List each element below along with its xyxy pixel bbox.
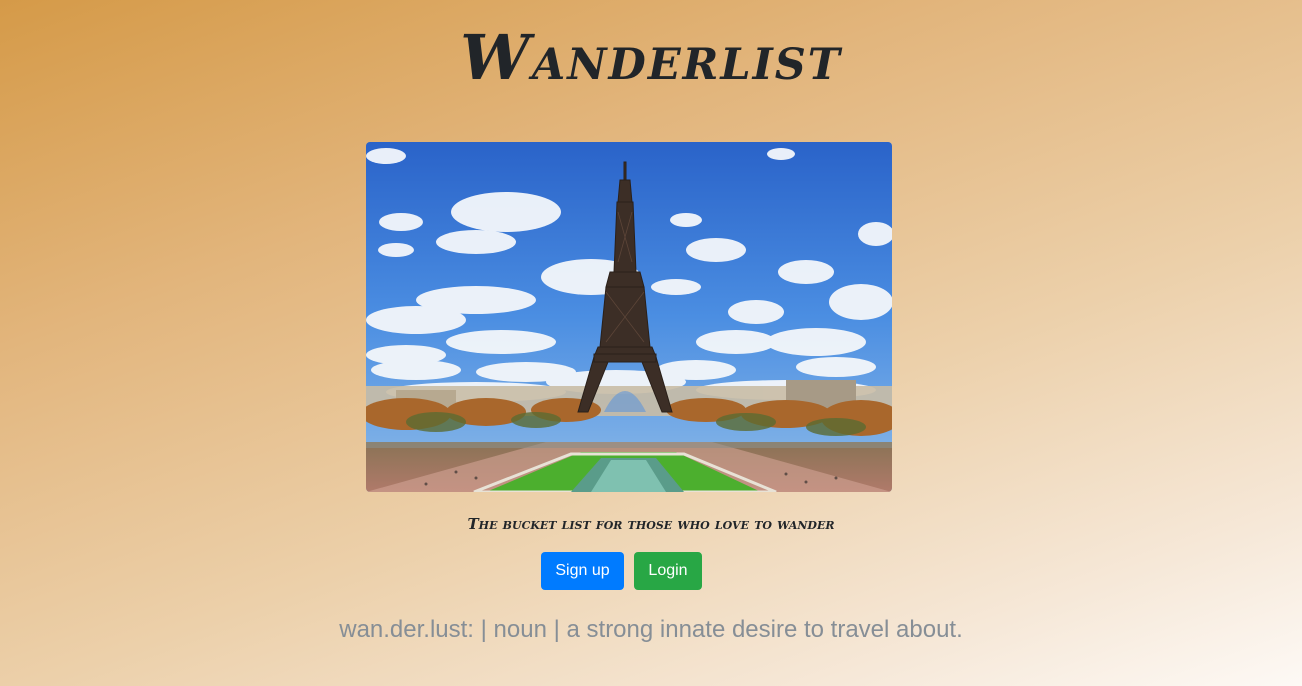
hero-image [366,142,892,492]
login-button[interactable]: Login [634,552,702,590]
eiffel-tower-photo [366,142,892,492]
tagline: The bucket list for those who love to wa… [467,515,835,533]
signup-button[interactable]: Sign up [541,552,624,590]
definition-text: wan.der.lust: | noun | a strong innate d… [339,616,963,643]
app-title: Wanderlist [460,21,842,94]
landing-page: Wanderlist The bucket list for those who… [0,0,1302,686]
